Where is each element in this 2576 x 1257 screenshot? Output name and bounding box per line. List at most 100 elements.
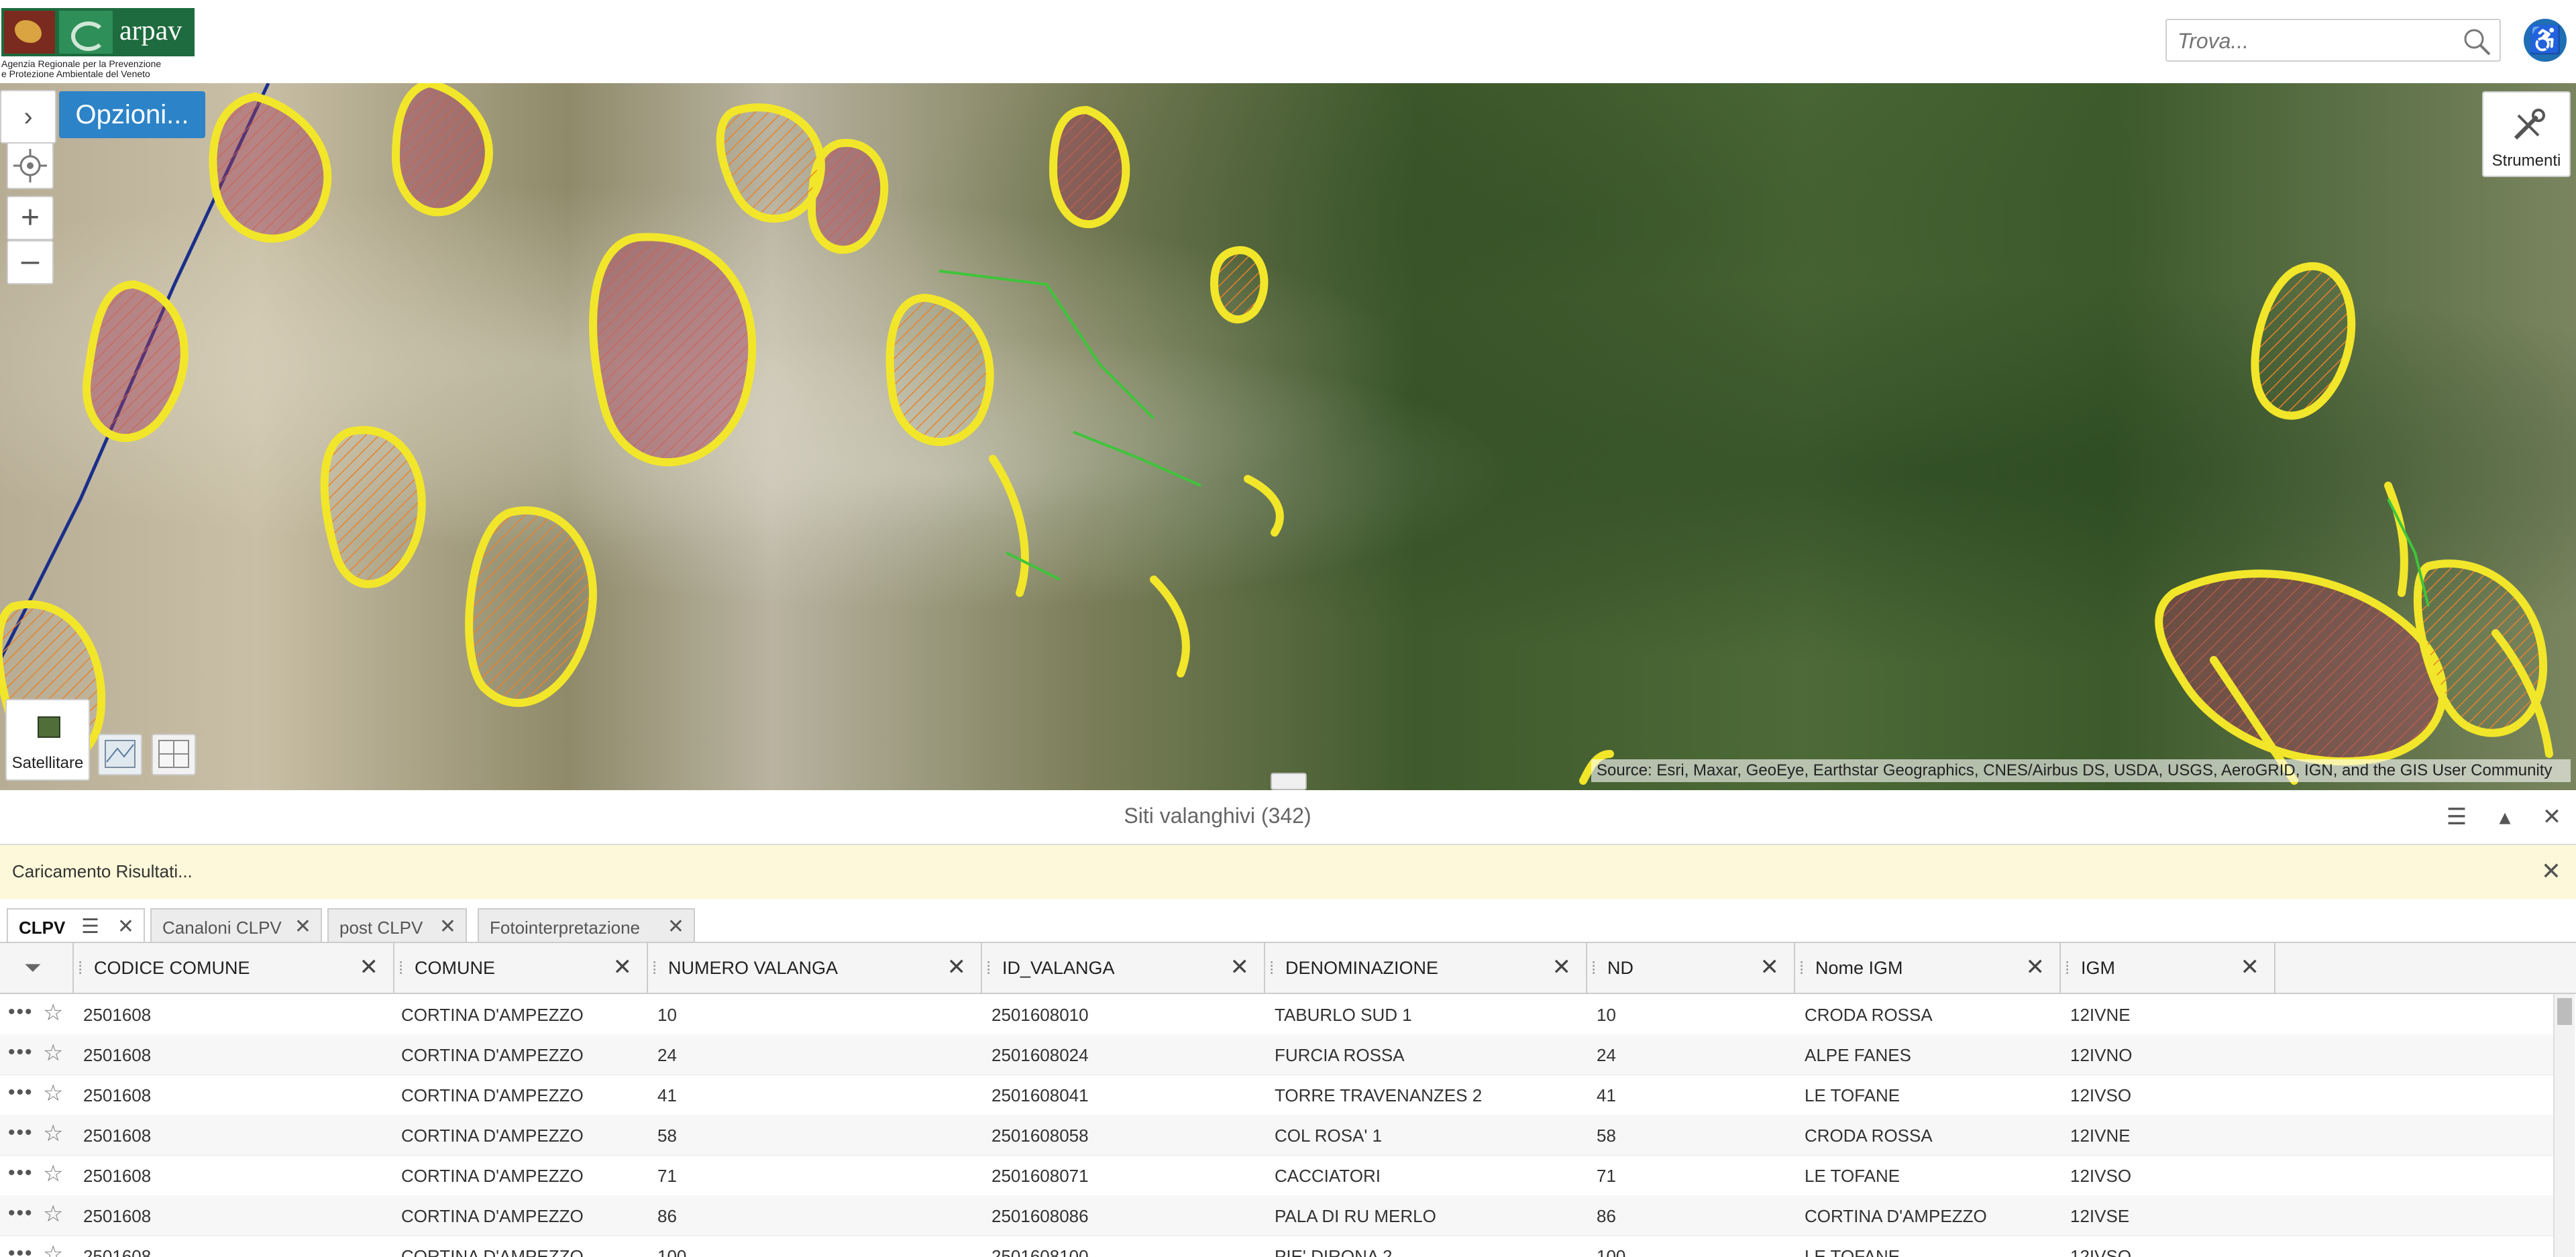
table-cell: 71	[1597, 1166, 1616, 1186]
notice-text: Caricamento Risultati...	[12, 861, 193, 881]
row-actions-icon[interactable]: •••	[8, 1162, 34, 1185]
collapse-up-icon[interactable]: ▴	[2489, 801, 2521, 833]
row-actions-icon[interactable]: •••	[8, 1202, 34, 1225]
options-button[interactable]: Opzioni...	[59, 91, 205, 138]
column-remove-icon[interactable]: ✕	[1230, 954, 1250, 981]
favorite-star-icon[interactable]: ☆	[43, 1160, 63, 1187]
column-header-nome-igm[interactable]: ⁞ Nome IGM ✕	[1795, 943, 2061, 993]
table-cell: 2501608	[83, 1045, 152, 1065]
tab-close-icon[interactable]: ✕	[667, 915, 684, 938]
hamburger-menu-icon[interactable]: ☰	[2440, 801, 2473, 833]
accessibility-icon[interactable]: ♿	[2524, 19, 2567, 62]
column-header-nd[interactable]: ⁞ ND ✕	[1587, 943, 1795, 993]
drag-handle-icon[interactable]: ⁞	[1591, 958, 1596, 979]
favorite-star-icon[interactable]: ☆	[43, 1120, 63, 1147]
table-cell: 24	[1597, 1045, 1616, 1065]
zoom-in-button[interactable]: +	[7, 196, 54, 240]
row-actions-icon[interactable]: •••	[8, 1001, 34, 1024]
column-remove-icon[interactable]: ✕	[2026, 954, 2045, 981]
table-row[interactable]: ••• ☆ 2501608 CORTINA D'AMPEZZO 24 2501608024…	[0, 1034, 2556, 1075]
column-remove-icon[interactable]: ✕	[1552, 954, 1572, 981]
table-cell: CORTINA D'AMPEZZO	[1805, 1206, 1987, 1226]
notice-close-icon[interactable]: ✕	[2541, 857, 2561, 885]
row-actions-icon[interactable]: •••	[8, 1242, 34, 1257]
basemap-streets-button[interactable]	[152, 734, 196, 775]
column-remove-icon[interactable]: ✕	[360, 954, 379, 981]
table-body: ••• ☆ 2501608 CORTINA D'AMPEZZO 10 2501608010…	[0, 994, 2556, 1257]
column-remove-icon[interactable]: ✕	[613, 954, 633, 981]
tools-button[interactable]: Strumenti	[2482, 91, 2571, 177]
arpav-logo[interactable]: arpav Agenzia Regionale per la Prevenzio…	[1, 8, 196, 79]
table-cell: CORTINA D'AMPEZZO	[401, 1166, 584, 1186]
zoom-out-button[interactable]: –	[7, 240, 54, 284]
table-cell: 2501608	[83, 1126, 152, 1146]
row-actions-icon[interactable]: •••	[8, 1122, 34, 1144]
favorite-star-icon[interactable]: ☆	[43, 1080, 63, 1107]
basemap-satellite-button[interactable]: Satellitare	[5, 699, 90, 781]
search-icon[interactable]	[2462, 27, 2491, 56]
table-cell: 10	[657, 1005, 677, 1025]
drag-handle-icon[interactable]: ⁞	[652, 958, 657, 979]
column-header-codice-comune[interactable]: ⁞ CODICE COMUNE ✕	[74, 943, 394, 993]
filter-icon: ⏷	[24, 955, 42, 979]
scrollbar-thumb[interactable]	[2557, 998, 2572, 1025]
tab-clpv[interactable]: CLPV ☰ ✕	[7, 908, 145, 943]
table-row[interactable]: ••• ☆ 2501608 CORTINA D'AMPEZZO 100 250160810…	[0, 1236, 2556, 1257]
filter-button[interactable]: ⏷	[0, 943, 74, 993]
map-view[interactable]: › Opzioni... + – Strumenti Satellitare S…	[0, 83, 2576, 790]
basemap-topo-button[interactable]	[98, 734, 142, 775]
table-cell: 2501608	[83, 1085, 152, 1105]
column-header-numero-valanga[interactable]: ⁞ NUMERO VALANGA ✕	[648, 943, 982, 993]
drag-handle-icon[interactable]: ⁞	[1799, 958, 1804, 979]
drag-handle-icon[interactable]: ⁞	[398, 958, 403, 979]
column-remove-icon[interactable]: ✕	[947, 954, 967, 981]
drag-handle-icon[interactable]: ⁞	[1269, 958, 1274, 979]
avalanche-layer	[0, 83, 2553, 785]
table-cell: CORTINA D'AMPEZZO	[401, 1126, 584, 1146]
column-header-denominazione[interactable]: ⁞ DENOMINAZIONE ✕	[1265, 943, 1587, 993]
favorite-star-icon[interactable]: ☆	[43, 999, 63, 1026]
row-actions-icon[interactable]: •••	[8, 1081, 34, 1104]
column-label: COMUNE	[415, 958, 495, 978]
table-cell: LE TOFANE	[1805, 1085, 1900, 1105]
favorite-star-icon[interactable]: ☆	[43, 1201, 63, 1227]
tab-close-icon[interactable]: ✕	[439, 915, 456, 938]
tab-post-clpv[interactable]: post CLPV ✕	[327, 908, 467, 943]
tab-close-icon[interactable]: ✕	[117, 915, 134, 938]
column-header-id-valanga[interactable]: ⁞ ID_VALANGA ✕	[982, 943, 1265, 993]
panel-resize-handle[interactable]	[1271, 773, 1307, 790]
favorite-star-icon[interactable]: ☆	[43, 1241, 63, 1257]
close-panel-icon[interactable]: ✕	[2536, 801, 2568, 833]
favorite-star-icon[interactable]: ☆	[43, 1040, 63, 1067]
table-row[interactable]: ••• ☆ 2501608 CORTINA D'AMPEZZO 58 2501608058…	[0, 1115, 2556, 1156]
tab-close-icon[interactable]: ✕	[294, 915, 311, 938]
tab-menu-icon[interactable]: ☰	[81, 915, 99, 938]
column-label: IGM	[2081, 958, 2115, 978]
table-row[interactable]: ••• ☆ 2501608 CORTINA D'AMPEZZO 71 2501608071…	[0, 1155, 2556, 1196]
topo-map-icon	[105, 740, 136, 768]
table-row[interactable]: ••• ☆ 2501608 CORTINA D'AMPEZZO 86 2501608086…	[0, 1195, 2556, 1236]
drag-handle-icon[interactable]: ⁞	[2065, 958, 2070, 979]
table-cell: FURCIA ROSSA	[1275, 1045, 1405, 1065]
logo-brand-text: arpav	[119, 15, 182, 46]
column-label: Nome IGM	[1815, 958, 1903, 978]
table-scrollbar[interactable]	[2553, 994, 2575, 1257]
drag-handle-icon[interactable]: ⁞	[986, 958, 991, 979]
plus-icon: +	[20, 200, 40, 235]
table-row[interactable]: ••• ☆ 2501608 CORTINA D'AMPEZZO 41 2501608041…	[0, 1075, 2556, 1115]
column-remove-icon[interactable]: ✕	[1760, 954, 1780, 981]
tab-canaloni-clpv[interactable]: Canaloni CLPV ✕	[150, 908, 322, 943]
column-remove-icon[interactable]: ✕	[2241, 954, 2260, 981]
column-header-comune[interactable]: ⁞ COMUNE ✕	[394, 943, 648, 993]
expand-panel-button[interactable]: ›	[0, 90, 56, 144]
satellite-thumbnail-icon	[38, 716, 60, 738]
drag-handle-icon[interactable]: ⁞	[78, 958, 83, 979]
locate-button[interactable]	[7, 142, 54, 189]
table-row[interactable]: ••• ☆ 2501608 CORTINA D'AMPEZZO 10 2501608010…	[0, 994, 2556, 1035]
table-cell: 58	[657, 1126, 677, 1146]
search-input[interactable]	[2176, 27, 2447, 55]
row-actions-icon[interactable]: •••	[8, 1041, 34, 1064]
column-header-igm[interactable]: ⁞ IGM ✕	[2061, 943, 2275, 993]
table-cell: 2501608024	[991, 1045, 1089, 1065]
tab-fotointerpretazione[interactable]: Fotointerpretazione ✕	[478, 908, 695, 943]
